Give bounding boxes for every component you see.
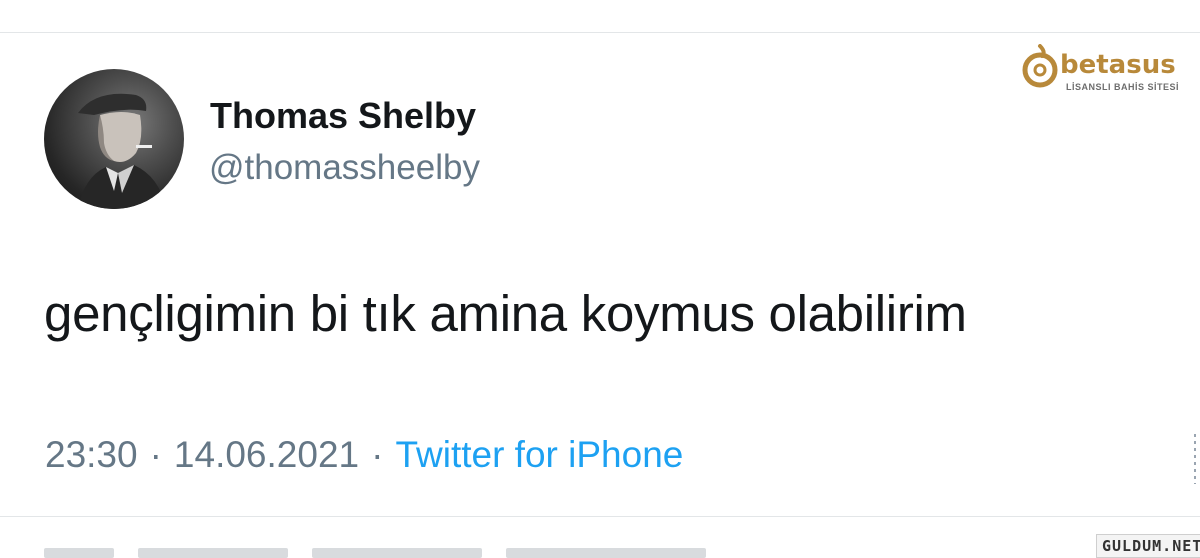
tweet-text: gençligimin bi tık amina koymus olabilir… — [44, 285, 967, 342]
logo-tagline: LİSANSLI BAHİS SİTESİ — [1066, 82, 1180, 92]
top-divider — [0, 32, 1200, 33]
betasus-logo: betasus LİSANSLI BAHİS SİTESİ — [1016, 44, 1192, 100]
stat-placeholder — [44, 548, 114, 558]
stat-placeholder — [138, 548, 288, 558]
site-watermark: GULDUM.NET — [1096, 534, 1200, 558]
bottom-divider — [0, 516, 1200, 517]
tweet-date[interactable]: 14.06.2021 — [174, 434, 359, 475]
tweet-source-link[interactable]: Twitter for iPhone — [395, 434, 683, 475]
stat-placeholder — [312, 548, 482, 558]
more-options-icon[interactable] — [1190, 432, 1198, 486]
avatar-portrait-icon — [78, 93, 166, 209]
stat-placeholder — [506, 548, 706, 558]
tweet-time[interactable]: 23:30 — [45, 434, 138, 475]
meta-separator: · — [371, 434, 384, 475]
tweet-meta: 23:30 · 14.06.2021 · Twitter for iPhone — [45, 434, 683, 476]
author-name[interactable]: Thomas Shelby — [210, 95, 476, 137]
meta-separator: · — [149, 434, 162, 475]
engagement-stats-row — [44, 540, 834, 558]
avatar[interactable] — [44, 69, 184, 209]
betasus-logo-icon — [1022, 44, 1058, 88]
logo-wordmark: betasus — [1060, 50, 1176, 80]
author-handle[interactable]: @thomassheelby — [209, 148, 480, 188]
